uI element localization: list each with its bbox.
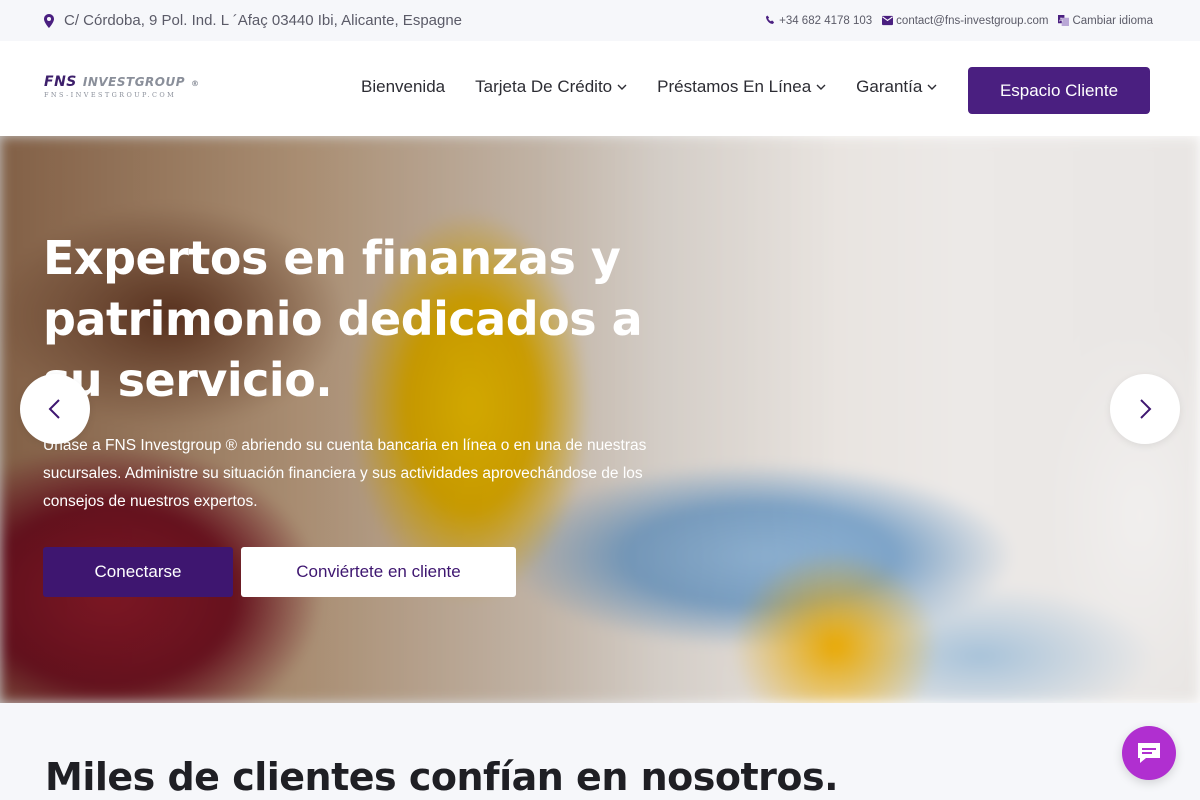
email-text: contact@fns-investgroup.com [896,14,1049,27]
trust-section: Miles de clientes confían en nosotros. [0,703,1200,800]
nav-label: Préstamos En Línea [657,77,812,96]
hero-title: Expertos en finanzas y patrimonio dedica… [43,231,643,407]
chevron-down-icon [617,84,627,90]
envelope-icon [882,15,894,26]
nav-label: Garantía [856,77,923,96]
phone-link[interactable]: +34 682 4178 103 [765,15,872,27]
main-nav: Bienvenida Tarjeta De Crédito Préstamos … [361,77,937,97]
logo-brand-a: FNS [44,74,77,90]
language-switch[interactable]: A Cambiar idioma [1058,15,1153,27]
logo-subtitle: FNS-INVESTGROUP.COM [44,91,177,99]
connect-button[interactable]: Conectarse [43,547,233,597]
logo-reg-mark: ® [191,79,200,88]
logo-brand-b: INVESTGROUP [82,75,186,89]
chevron-down-icon [927,84,937,90]
chevron-left-icon [48,399,60,419]
section-title: Miles de clientes confían en nosotros. [45,755,839,799]
address: C/ Córdoba, 9 Pol. Ind. L ´Afaç 03440 Ib… [44,12,462,29]
chat-button[interactable] [1122,726,1176,780]
top-bar: C/ Córdoba, 9 Pol. Ind. L ´Afaç 03440 Ib… [0,0,1200,41]
chevron-down-icon [816,84,826,90]
nav-item-garantia[interactable]: Garantía [856,77,937,97]
chevron-right-icon [1140,399,1152,419]
main-header: FNS INVESTGROUP ® FNS-INVESTGROUP.COM Bi… [0,41,1200,136]
chat-icon [1138,743,1160,763]
phone-icon [766,15,775,24]
svg-text:A: A [1060,17,1064,23]
map-pin-icon [44,13,54,28]
hero-slider: Expertos en finanzas y patrimonio dedica… [0,136,1200,703]
become-client-button[interactable]: Conviértete en cliente [241,547,516,597]
language-icon: A [1058,15,1070,26]
nav-item-bienvenida[interactable]: Bienvenida [361,77,445,97]
slider-prev-button[interactable] [20,374,90,444]
email-link[interactable]: contact@fns-investgroup.com [882,15,1048,27]
nav-label: Bienvenida [361,77,446,96]
address-text: C/ Córdoba, 9 Pol. Ind. L ´Afaç 03440 Ib… [64,12,463,29]
nav-item-tarjeta[interactable]: Tarjeta De Crédito [475,77,627,97]
slider-next-button[interactable] [1110,374,1180,444]
hero-description: Únase a FNS Investgroup ® abriendo su cu… [43,437,647,510]
client-space-button[interactable]: Espacio Cliente [968,67,1150,114]
language-text: Cambiar idioma [1072,14,1153,27]
nav-label: Tarjeta De Crédito [475,77,613,96]
phone-text: +34 682 4178 103 [779,14,873,27]
logo[interactable]: FNS INVESTGROUP ® FNS-INVESTGROUP.COM [44,74,234,102]
nav-item-prestamos[interactable]: Préstamos En Línea [657,77,826,97]
